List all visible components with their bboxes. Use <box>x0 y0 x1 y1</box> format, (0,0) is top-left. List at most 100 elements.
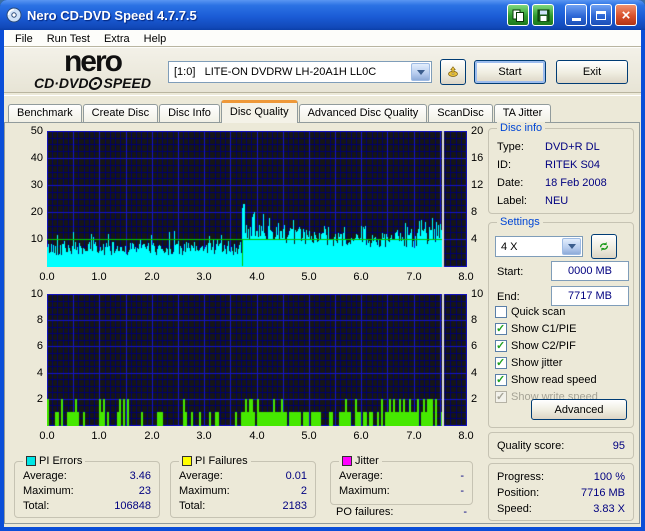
tab-disc-info[interactable]: Disc Info <box>159 104 220 123</box>
axis-tick-label: 40 <box>30 152 43 164</box>
pi-failures-legend-swatch <box>182 456 192 466</box>
axis-tick-label: 20 <box>30 206 43 218</box>
show-read-speed-label: Show read speed <box>511 374 597 386</box>
pi-errors-maximum-value: 23 <box>138 484 151 497</box>
eject-disc-icon <box>448 66 458 77</box>
tab-scandisc[interactable]: ScanDisc <box>428 104 493 123</box>
axis-tick-label: 1.0 <box>91 271 107 283</box>
chevron-down-icon <box>416 69 425 75</box>
copy-to-clipboard-button[interactable] <box>507 4 529 26</box>
nero-logo-text: nero <box>63 45 123 78</box>
pi-errors-total-value: 106848 <box>114 499 151 512</box>
checkbox-row-quick-scan[interactable]: Quick scan <box>495 305 565 319</box>
pi-errors-average-label: Average: <box>23 469 67 482</box>
progress-label: Progress: <box>497 470 545 483</box>
axis-tick-label: 2 <box>36 393 43 405</box>
refresh-icon <box>599 242 609 251</box>
start-position-label: Start: <box>497 266 524 278</box>
menu-run-test[interactable]: Run Test <box>40 32 97 46</box>
position-label: Position: <box>497 486 540 499</box>
jitter-average-value: - <box>460 469 464 482</box>
axis-tick-label: 50 <box>30 125 43 137</box>
progress-panel: Progress: 100 % Position: 7716 MB Speed: 3.… <box>488 463 634 521</box>
settings-caption: Settings <box>497 216 543 228</box>
scan-speed-selector[interactable]: 4 X <box>495 236 583 257</box>
pi-errors-legend-swatch <box>26 456 36 466</box>
axis-tick-label: 7.0 <box>406 430 422 442</box>
pi-errors-maximum-label: Maximum: <box>23 484 74 497</box>
window-title: Nero CD-DVD Speed 4.7.7.5 <box>27 7 197 23</box>
cdspeed-logo-text: CD·DVD SPEED <box>10 75 175 91</box>
end-position-label: End: <box>497 291 520 303</box>
pi-failures-stats-panel: PI Failures Average: 0.01 Maximum: 2 Total… <box>170 455 316 518</box>
checkbox-row-show-jitter[interactable]: Show jitter <box>495 356 562 370</box>
exit-button[interactable]: Exit <box>556 60 628 84</box>
disc-label-label: Label: <box>497 194 527 207</box>
pi-errors-caption: PI Errors <box>23 455 86 467</box>
speed-label: Speed: <box>497 502 532 515</box>
start-position-field[interactable]: 0000 MB <box>551 261 629 281</box>
menu-file[interactable]: File <box>8 32 40 46</box>
titlebar-buttons: × <box>504 4 637 26</box>
save-chart-button[interactable] <box>532 4 554 26</box>
checkbox-row-show-c1-pie[interactable]: Show C1/PIE <box>495 322 576 336</box>
end-position-field[interactable]: 7717 MB <box>551 286 629 306</box>
checkbox-row-show-c2-pif[interactable]: Show C2/PIF <box>495 339 576 353</box>
axis-tick-label: 2.0 <box>144 430 160 442</box>
disc-info-panel: Disc info Type: DVD+R DL ID: RITEK S04 Dat… <box>488 122 634 214</box>
speed-value: 3.83 X <box>593 502 625 515</box>
menu-extra[interactable]: Extra <box>97 32 137 46</box>
drive-selector[interactable]: [1:0] LITE-ON DVDRW LH-20A1H LL0C <box>168 61 432 83</box>
pi-errors-chart <box>47 131 467 267</box>
axis-tick-label: 6 <box>36 340 43 352</box>
logo-disc-icon <box>88 76 104 90</box>
drive-selector-dropdown-button[interactable] <box>411 63 430 81</box>
axis-tick-label: 16 <box>471 152 484 164</box>
checkbox-row-show-read-speed[interactable]: Show read speed <box>495 373 597 387</box>
refresh-button[interactable] <box>591 234 617 259</box>
close-icon: × <box>621 6 631 24</box>
jitter-stats-panel: Jitter Average: - Maximum: - <box>330 455 473 505</box>
axis-tick-label: 10 <box>30 233 43 245</box>
axis-tick-label: 8 <box>36 314 43 326</box>
tab-ta-jitter[interactable]: TA Jitter <box>493 104 552 123</box>
axis-tick-label: 8 <box>471 206 478 218</box>
advanced-button[interactable]: Advanced <box>531 399 627 420</box>
progress-value: 100 % <box>593 470 625 483</box>
axis-tick-label: 0.0 <box>39 271 55 283</box>
pi-failures-chart <box>47 294 467 426</box>
axis-tick-label: 5.0 <box>301 430 317 442</box>
title-bar[interactable]: Nero CD-DVD Speed 4.7.7.5 × <box>0 0 645 30</box>
minimize-button[interactable] <box>565 4 587 26</box>
app-disc-icon <box>6 7 22 23</box>
axis-tick-label: 6.0 <box>353 271 369 283</box>
axis-tick-label: 4.0 <box>249 430 265 442</box>
axis-tick-label: 6.0 <box>353 430 369 442</box>
start-button[interactable]: Start <box>474 60 546 84</box>
po-failures-label: PO failures: <box>336 506 394 518</box>
maximize-icon <box>596 10 606 20</box>
pi-errors-total-label: Total: <box>23 499 50 512</box>
close-button[interactable]: × <box>615 4 637 26</box>
pi-errors-stats-panel: PI Errors Average: 3.46 Maximum: 23 Total:… <box>14 455 160 518</box>
tab-create-disc[interactable]: Create Disc <box>82 104 159 123</box>
axis-tick-label: 0.0 <box>39 430 55 442</box>
menu-help[interactable]: Help <box>137 32 174 46</box>
maximize-button[interactable] <box>590 4 612 26</box>
show-jitter-label: Show jitter <box>511 357 563 369</box>
app-window: Nero CD-DVD Speed 4.7.7.5 × File Run Tes… <box>0 0 645 531</box>
tab-advanced-disc-quality[interactable]: Advanced Disc Quality <box>298 104 428 123</box>
po-failures-row: PO failures: - <box>336 506 467 518</box>
disc-id-value: RITEK S04 <box>545 158 601 171</box>
scan-speed-dropdown-button[interactable] <box>562 238 581 255</box>
eject-disc-button[interactable] <box>440 59 466 85</box>
axis-tick-label: 8 <box>471 314 478 326</box>
axis-tick-label: 8.0 <box>458 430 474 442</box>
tab-benchmark[interactable]: Benchmark <box>8 104 82 123</box>
scan-speed-value: 4 X <box>501 240 518 253</box>
logo-speed: SPEED <box>103 75 151 91</box>
position-value: 7716 MB <box>580 486 625 499</box>
floppy-disk-icon <box>537 9 549 21</box>
tab-disc-quality[interactable]: Disc Quality <box>220 100 298 123</box>
quick-scan-label: Quick scan <box>511 306 566 318</box>
